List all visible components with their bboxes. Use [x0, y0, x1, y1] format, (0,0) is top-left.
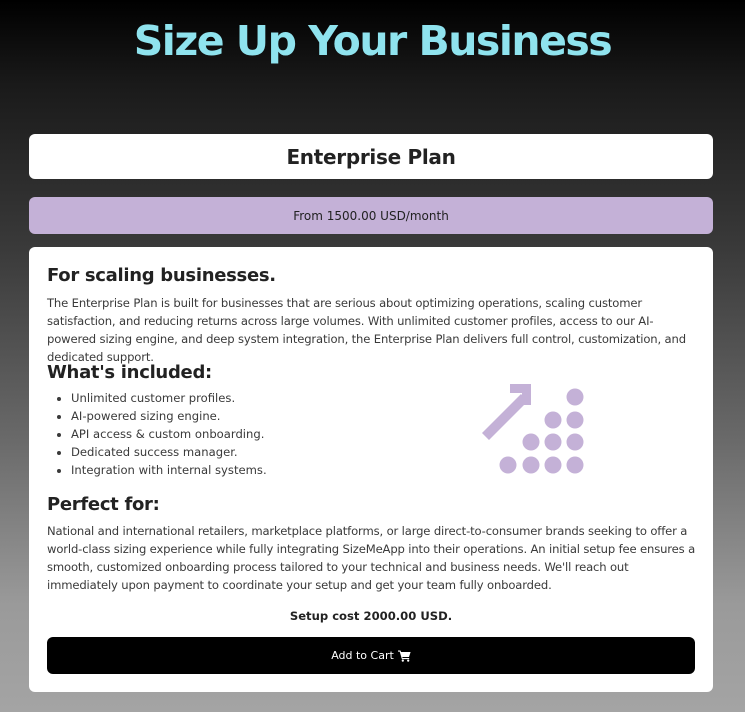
plan-name: Enterprise Plan [286, 144, 456, 169]
list-item: Dedicated success manager. [71, 443, 267, 461]
plan-price: From 1500.00 USD/month [293, 208, 449, 223]
shopping-cart-icon [397, 650, 411, 662]
price-band: From 1500.00 USD/month [29, 197, 713, 234]
page-title: Size Up Your Business [133, 17, 613, 65]
plan-name-card: Enterprise Plan [29, 134, 713, 179]
plan-description: The Enterprise Plan is built for busines… [47, 296, 686, 364]
add-to-cart-label: Add to Cart [331, 649, 394, 662]
list-item: API access & custom onboarding. [71, 425, 267, 443]
setup-cost: Setup cost 2000.00 USD. [289, 609, 453, 623]
list-item: AI-powered sizing engine. [71, 407, 267, 425]
growth-arrow-dots-icon [482, 384, 584, 474]
list-item: Integration with internal systems. [71, 461, 267, 479]
perfect-for-text: National and international retailers, ma… [47, 524, 696, 592]
plan-details-card: For scaling businesses. The Enterprise P… [29, 247, 713, 692]
plan-tagline: For scaling businesses. [47, 265, 276, 286]
included-heading: What's included: [47, 362, 212, 383]
list-item: Unlimited customer profiles. [71, 389, 267, 407]
features-list: Unlimited customer profiles. AI-powered … [47, 389, 267, 479]
perfect-for-heading: Perfect for: [47, 494, 160, 515]
add-to-cart-button[interactable]: Add to Cart [47, 637, 695, 674]
